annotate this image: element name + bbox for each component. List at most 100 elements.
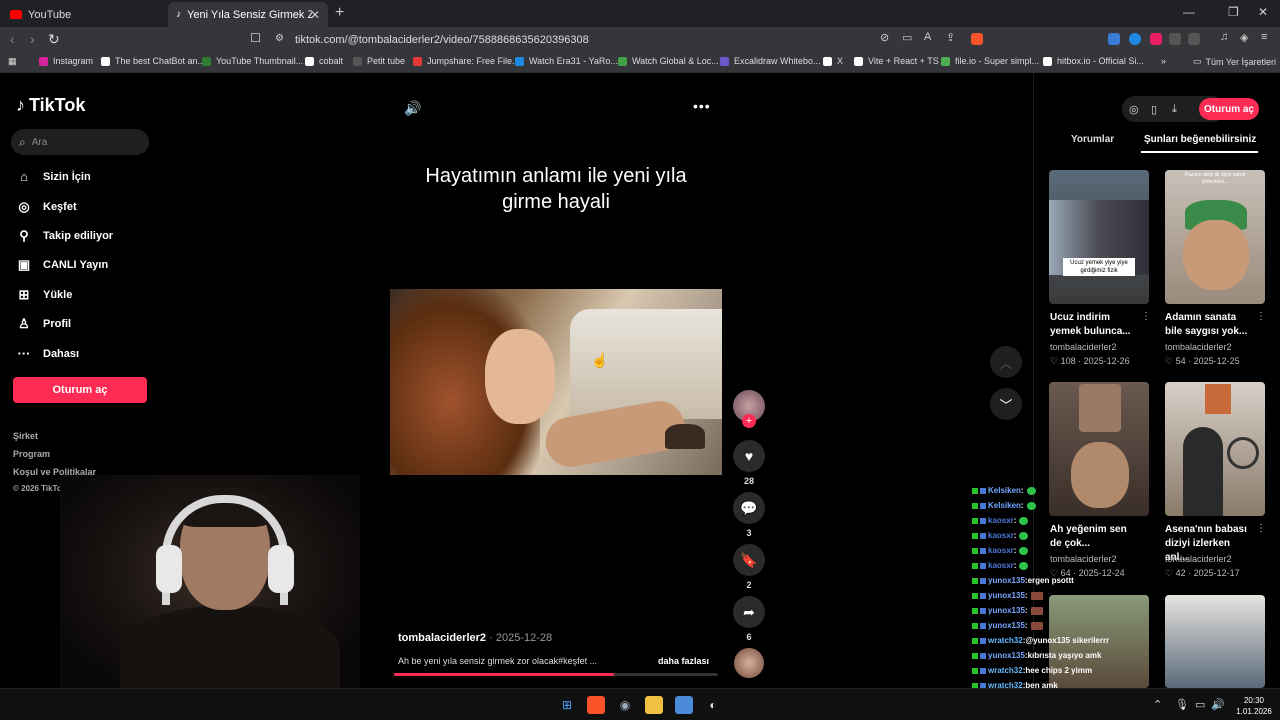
bookmark-item[interactable]: X — [823, 56, 843, 66]
forward-icon[interactable]: › — [30, 31, 35, 47]
close-tab-icon[interactable]: ✕ — [310, 8, 320, 22]
chat-username[interactable]: yunox135 — [988, 651, 1025, 660]
card-more-icon[interactable]: ⋮ — [1256, 311, 1266, 322]
steam-icon[interactable]: ◉ — [616, 696, 634, 714]
back-icon[interactable]: ‹ — [10, 31, 15, 47]
share-button[interactable]: ➦ — [733, 596, 765, 628]
author-name[interactable]: tombalaciderler2 — [398, 632, 486, 644]
bookmark-item[interactable]: The best ChatBot an... — [101, 56, 205, 66]
bookmark-icon[interactable]: ☐ — [250, 31, 261, 45]
login-button[interactable]: Oturum aç — [1199, 98, 1259, 120]
extension-icon[interactable] — [1150, 33, 1162, 45]
sidebar-item-live[interactable]: ▣ CANLI Yayın — [15, 257, 108, 273]
reload-icon[interactable]: ↻ — [48, 31, 60, 48]
sound-icon[interactable]: 🔊 — [404, 100, 421, 117]
compass-icon[interactable]: ◎ — [1129, 103, 1139, 116]
apps-icon[interactable]: ▦ — [8, 56, 17, 67]
chat-username[interactable]: yunox135 — [988, 591, 1025, 600]
chat-username[interactable]: Kelsiken — [988, 501, 1021, 510]
search-input[interactable]: ⌕ Ara — [11, 129, 149, 155]
video-card-thumbnail[interactable]: Ucuz yemek yiye yiye girdiğimiz fizik — [1049, 170, 1149, 304]
chat-username[interactable]: kaosxr — [988, 516, 1014, 525]
prev-video-button[interactable]: ︿ — [990, 346, 1022, 378]
video-player[interactable] — [390, 289, 722, 475]
tab-youtube[interactable]: YouTube — [0, 2, 165, 27]
bookmark-item[interactable]: YouTube Thumbnail... — [202, 56, 303, 66]
other-bookmarks[interactable]: ▭ Tüm Yer İşaretleri — [1193, 56, 1276, 67]
more-link[interactable]: daha fazlası — [658, 656, 709, 666]
site-info-icon[interactable]: ⚙ — [275, 33, 284, 44]
bookmark-item[interactable]: Jumpshare: Free File... — [413, 56, 520, 66]
chat-username[interactable]: yunox135 — [988, 621, 1025, 630]
cast-icon[interactable]: ▭ — [902, 31, 912, 44]
volume-icon[interactable]: 🔊 — [1211, 698, 1225, 711]
download-icon[interactable]: ⤓ — [1172, 103, 1177, 116]
chat-username[interactable]: kaosxr — [988, 561, 1014, 570]
login-button[interactable]: Oturum aç — [13, 377, 147, 403]
bookmark-item[interactable]: Watch Era31 - YaRo... — [515, 56, 618, 66]
bookmark-item[interactable]: Watch Global & Loc... — [618, 56, 719, 66]
video-card-author[interactable]: tombalaciderler2 — [1165, 342, 1232, 352]
sidebar-item-for-you[interactable]: ⌂ Sizin İçin — [15, 169, 91, 184]
app-icon[interactable] — [675, 696, 693, 714]
phone-icon[interactable]: ▯ — [1151, 103, 1157, 116]
bookmark-item[interactable]: cobalt — [305, 56, 343, 66]
vpn-icon[interactable]: ◈ — [1240, 31, 1248, 44]
chat-username[interactable]: wratch32 — [988, 636, 1023, 645]
extensions-icon[interactable] — [1169, 33, 1181, 45]
chat-username[interactable]: yunox135 — [988, 576, 1025, 585]
music-icon[interactable]: ♫ — [1220, 31, 1228, 43]
card-more-icon[interactable]: ⋮ — [1141, 311, 1151, 322]
sidebar-item-following[interactable]: ⚲ Takip ediliyor — [15, 228, 113, 244]
chat-username[interactable]: kaosxr — [988, 546, 1014, 555]
network-icon[interactable]: ▭ — [1195, 698, 1205, 711]
tab-tiktok[interactable]: ♪ Yeni Yıla Sensiz Girmek Zor | TikT ✕ — [168, 2, 328, 27]
bookmark-item[interactable]: hitbox.io - Official Si... — [1043, 56, 1144, 66]
obs-icon[interactable]: ◐ — [704, 696, 722, 714]
bookmark-item[interactable]: Vite + React + TS — [854, 56, 939, 66]
footer-link-company[interactable]: Şirket — [13, 431, 38, 441]
chat-username[interactable]: Kelsiken — [988, 486, 1021, 495]
save-button[interactable]: 🔖 — [733, 544, 765, 576]
more-options-icon[interactable]: ••• — [693, 98, 711, 114]
minimize-icon[interactable]: — — [1183, 5, 1195, 19]
menu-icon[interactable]: ≡ — [1261, 31, 1267, 43]
video-card-title[interactable]: Adamın sanata bile saygısı yok... — [1165, 311, 1255, 339]
bookmark-item[interactable]: Excalidraw Whitebo... — [720, 56, 821, 66]
chevron-up-icon[interactable]: ⌃ — [1153, 698, 1162, 711]
music-disc[interactable] — [734, 648, 764, 678]
translate-icon[interactable]: A — [924, 31, 931, 43]
sidebar-item-more[interactable]: ··· Dahası — [15, 346, 80, 361]
video-card-title[interactable]: Ucuz indirim yemek bulunca... — [1050, 311, 1140, 339]
video-card-thumbnail[interactable] — [1165, 382, 1265, 516]
extension-icon[interactable] — [1108, 33, 1120, 45]
windows-start-icon[interactable]: ⊞ — [558, 696, 576, 714]
file-explorer-icon[interactable] — [645, 696, 663, 714]
bookmark-item[interactable]: file.io - Super simpl... — [941, 56, 1039, 66]
maximize-icon[interactable]: ❐ — [1228, 5, 1239, 19]
microphone-icon[interactable]: 🎙 — [1175, 698, 1189, 711]
sidebar-item-upload[interactable]: ⊞ Yükle — [15, 287, 73, 303]
footer-link-program[interactable]: Program — [13, 449, 50, 459]
share-icon[interactable]: ⇪ — [946, 31, 955, 44]
bookmark-item[interactable]: Instagram — [39, 56, 93, 66]
new-tab-button[interactable]: + — [335, 4, 344, 22]
tab-comments[interactable]: Yorumlar — [1071, 134, 1114, 145]
media-icon[interactable]: ⊘ — [880, 31, 889, 44]
tiktok-logo[interactable]: ♪ TikTok — [16, 95, 85, 116]
follow-plus-icon[interactable]: + — [742, 414, 756, 428]
video-card-thumbnail[interactable]: Pazarcı abiyi ilk diyor sanat şiirlerimi… — [1165, 170, 1265, 304]
system-clock[interactable]: 20:30 1.01.2026 — [1232, 695, 1276, 717]
video-card-author[interactable]: tombalaciderler2 — [1165, 554, 1232, 564]
bookmark-item[interactable]: Petit tube — [353, 56, 405, 66]
extension-icon[interactable] — [1129, 33, 1141, 45]
sidebar-item-profile[interactable]: ♙ Profil — [15, 316, 71, 332]
video-card-author[interactable]: tombalaciderler2 — [1050, 342, 1117, 352]
chat-username[interactable]: kaosxr — [988, 531, 1014, 540]
like-button[interactable]: ♥ — [733, 440, 765, 472]
more-bookmarks-icon[interactable]: » — [1161, 56, 1166, 66]
next-video-button[interactable]: ﹀ — [990, 388, 1022, 420]
video-card-thumbnail[interactable] — [1165, 595, 1265, 688]
sidebar-item-explore[interactable]: ◎ Keşfet — [15, 199, 76, 215]
sidebar-icon[interactable] — [1188, 33, 1200, 45]
